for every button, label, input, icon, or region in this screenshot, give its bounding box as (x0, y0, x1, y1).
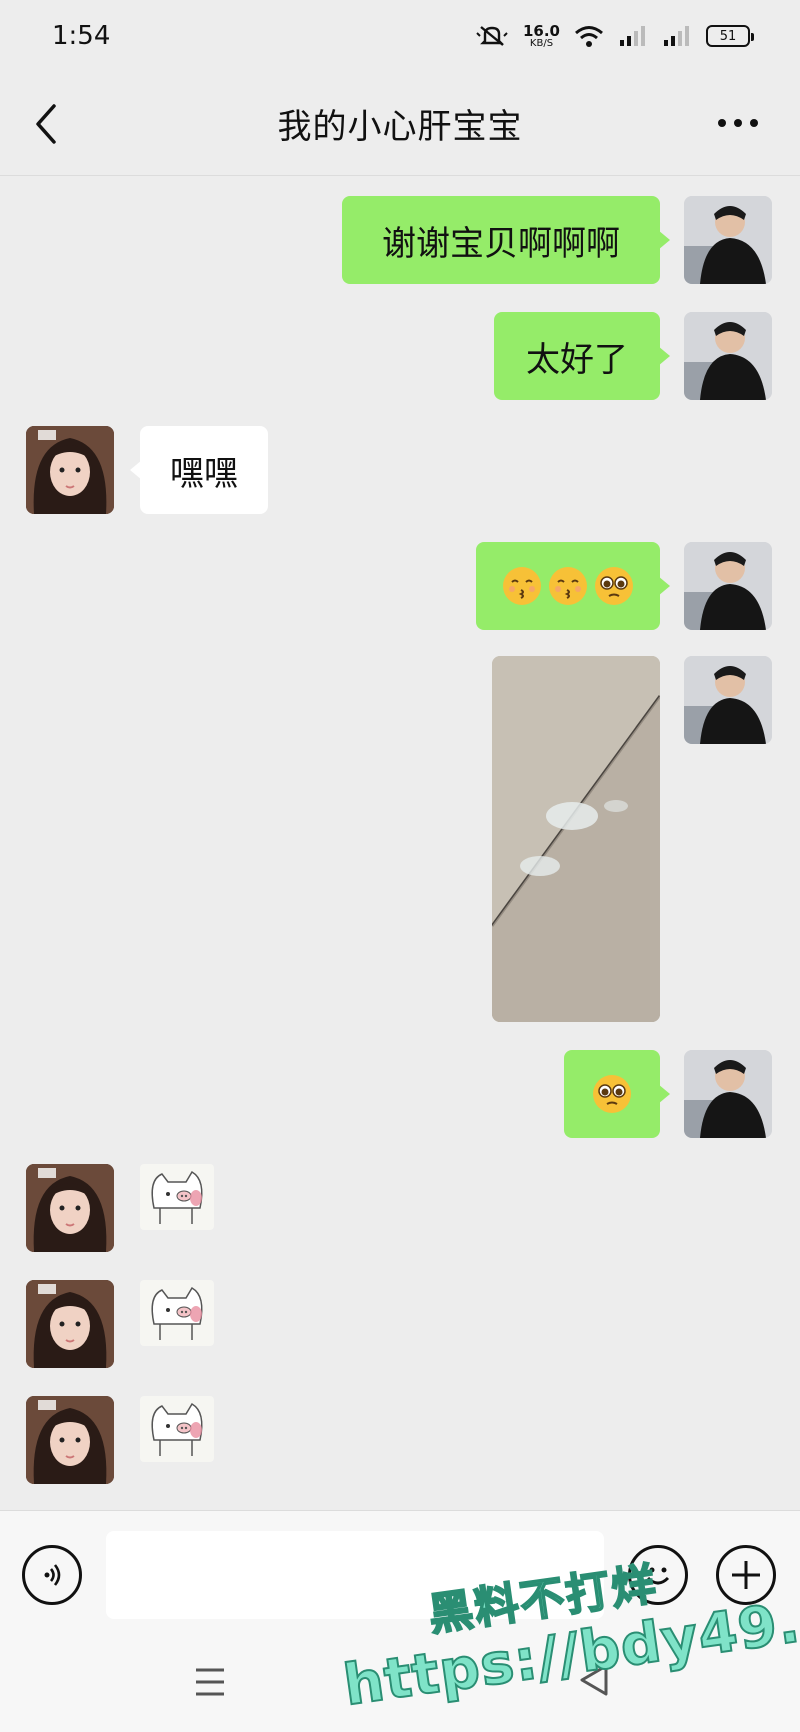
battery-level: 51 (719, 28, 737, 44)
net-speed-unit: KB/S (529, 37, 554, 49)
mute-bell-icon (476, 26, 508, 46)
voice-input-button[interactable] (22, 1545, 82, 1605)
sticker-image (151, 1286, 203, 1340)
more-options-icon[interactable] (716, 108, 760, 138)
net-speed: 16.0 KB/S (522, 21, 560, 49)
voice-icon (44, 1564, 61, 1586)
pig-cat-sticker[interactable] (140, 1280, 214, 1346)
avatar-photo (684, 196, 772, 284)
pleading-face-icon (595, 567, 633, 605)
pig-cat-sticker[interactable] (140, 1164, 214, 1230)
contact-avatar[interactable] (26, 1280, 114, 1368)
kissing-face-icon (503, 567, 541, 605)
more-functions-button[interactable] (716, 1545, 776, 1605)
nav-back-icon[interactable] (576, 1660, 612, 1700)
my-avatar[interactable] (684, 656, 772, 744)
avatar-photo (26, 1164, 114, 1252)
signal-icon-2 (664, 26, 689, 46)
avatar-photo (26, 1280, 114, 1368)
message-text: 嘿嘿 (170, 453, 238, 494)
contact-avatar[interactable] (26, 426, 114, 514)
system-nav-bar (0, 1630, 800, 1732)
smiley-icon (646, 1567, 670, 1585)
status-icons: 16.0 KB/S 51 (475, 21, 754, 49)
battery-icon: 51 (706, 25, 754, 47)
status-bar: 1:54 16.0 KB/S 51 (0, 0, 800, 72)
message-text: 太好了 (526, 339, 628, 380)
signal-icon (620, 26, 645, 46)
image-message[interactable] (492, 656, 660, 1022)
avatar-photo (684, 1050, 772, 1138)
my-avatar[interactable] (684, 1050, 772, 1138)
photo-content (492, 656, 660, 1022)
pig-cat-sticker[interactable] (140, 1396, 214, 1462)
avatar-photo (26, 1396, 114, 1484)
kissing-face-icon (549, 567, 587, 605)
my-avatar[interactable] (684, 312, 772, 400)
pleading-face-icon (593, 1075, 631, 1113)
message-input[interactable] (106, 1531, 604, 1619)
status-time: 1:54 (52, 21, 111, 51)
input-bar (0, 1510, 800, 1630)
contact-avatar[interactable] (26, 1396, 114, 1484)
avatar-photo (684, 656, 772, 744)
message-bubble-me[interactable]: 太好了 (494, 312, 670, 400)
sticker-image (151, 1402, 203, 1456)
back-arrow-icon[interactable] (28, 102, 68, 146)
message-bubble-her[interactable]: 嘿嘿 (130, 426, 268, 514)
my-avatar[interactable] (684, 542, 772, 630)
message-bubble-me[interactable] (476, 542, 670, 630)
sticker-image (151, 1170, 203, 1224)
message-bubble-me[interactable]: 谢谢宝贝啊啊啊 (342, 196, 670, 284)
message-text: 谢谢宝贝啊啊啊 (382, 223, 620, 264)
emoji-button[interactable] (628, 1545, 688, 1605)
chat-title: 我的小心肝宝宝 (277, 107, 523, 147)
net-speed-value: 16.0 (522, 21, 560, 40)
menu-icon[interactable] (190, 1664, 230, 1700)
avatar-photo (684, 542, 772, 630)
wifi-icon (575, 26, 603, 47)
my-avatar[interactable] (684, 196, 772, 284)
avatar-photo (26, 426, 114, 514)
plus-icon (732, 1561, 760, 1589)
avatar-photo (684, 312, 772, 400)
chat-header: 我的小心肝宝宝 (0, 72, 800, 176)
contact-avatar[interactable] (26, 1164, 114, 1252)
message-bubble-me[interactable] (564, 1050, 670, 1138)
